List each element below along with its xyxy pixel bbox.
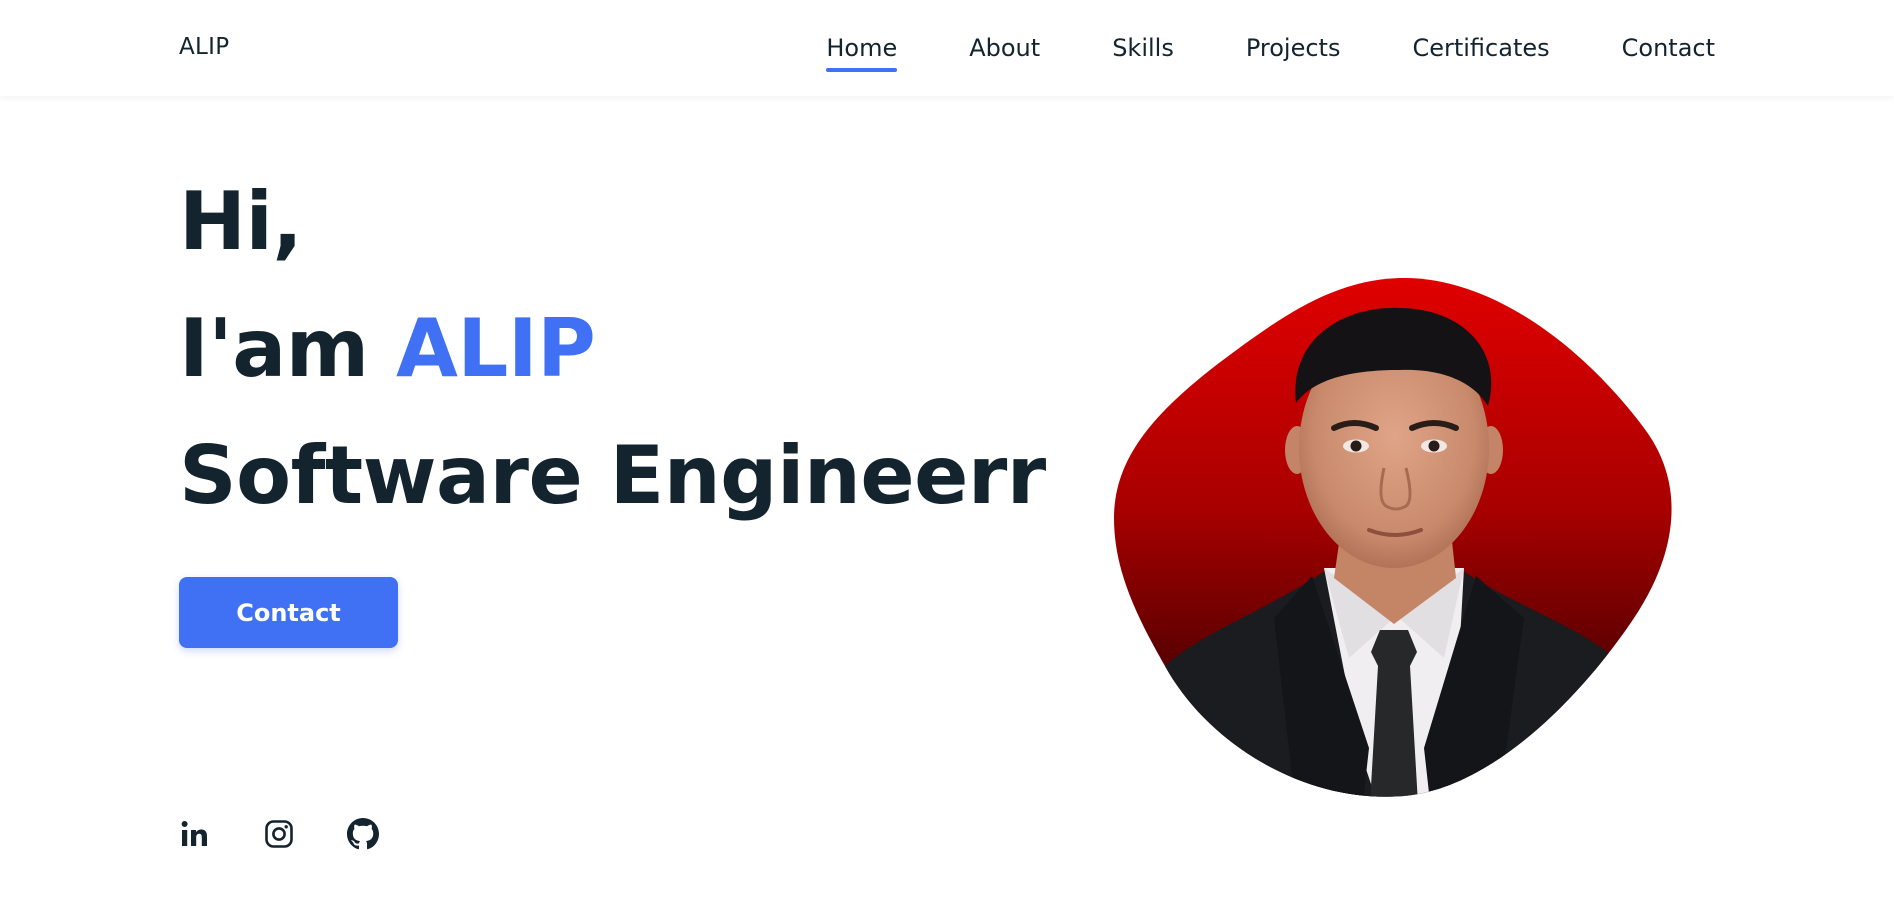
- nav-item-certificates: Certificates: [1412, 34, 1549, 72]
- hero-greeting: Hi,: [179, 175, 303, 268]
- main-nav: Home About Skills Projects Certificates …: [826, 34, 1715, 72]
- nav-link-contact[interactable]: Contact: [1622, 34, 1715, 72]
- instagram-link[interactable]: [263, 818, 295, 850]
- nav-link-certificates[interactable]: Certificates: [1412, 34, 1549, 72]
- nav-item-projects: Projects: [1246, 34, 1341, 72]
- github-icon: [347, 818, 379, 850]
- social-links: [179, 818, 379, 850]
- linkedin-link[interactable]: [179, 818, 211, 850]
- contact-button[interactable]: Contact: [179, 577, 398, 648]
- hero-title: Hi, I'am ALIP Software Engineerr: [179, 158, 1046, 539]
- profile-photo-portrait: [1114, 278, 1672, 797]
- nav-link-skills[interactable]: Skills: [1112, 34, 1174, 72]
- nav-link-projects[interactable]: Projects: [1246, 34, 1341, 72]
- profile-photo: [1114, 278, 1672, 798]
- github-link[interactable]: [347, 818, 379, 850]
- nav-item-home: Home: [826, 34, 897, 72]
- hero-intro: I'am ALIP: [179, 285, 1046, 412]
- instagram-icon: [265, 820, 293, 848]
- site-header: ALIP Home About Skills Projects Certific…: [0, 0, 1894, 96]
- site-logo[interactable]: ALIP: [179, 34, 229, 60]
- nav-item-about: About: [969, 34, 1040, 72]
- nav-link-about[interactable]: About: [969, 34, 1040, 72]
- hero-role: Software Engineerr: [179, 429, 1046, 522]
- hero-name: ALIP: [395, 302, 596, 395]
- nav-item-skills: Skills: [1112, 34, 1174, 72]
- hero-intro-prefix: I'am: [179, 302, 369, 395]
- nav-link-home[interactable]: Home: [826, 34, 897, 72]
- nav-item-contact: Contact: [1622, 34, 1715, 72]
- linkedin-icon: [181, 821, 207, 846]
